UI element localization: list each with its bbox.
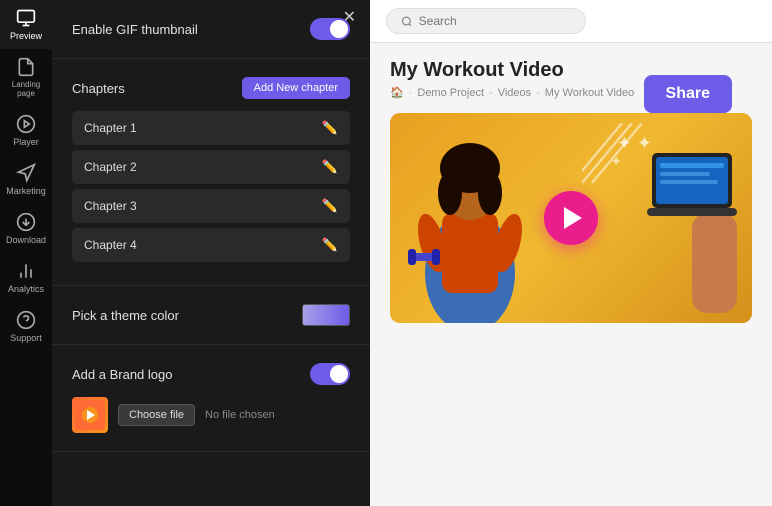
sidebar-item-landing[interactable]: Landingpage [0, 49, 52, 106]
video-person [390, 123, 550, 323]
main-body: My Workout Video 🏠 · Demo Project - Vide… [370, 43, 772, 506]
breadcrumb-current: My Workout Video [545, 87, 634, 99]
add-chapter-button[interactable]: Add New chapter [242, 77, 350, 99]
file-row: Choose file No file chosen [72, 397, 350, 433]
logo-image [75, 400, 105, 430]
breadcrumb-demo-project[interactable]: Demo Project [417, 87, 484, 99]
chapter-item: Chapter 1 ✏️ [72, 111, 350, 145]
sidebar-item-player[interactable]: Player [0, 106, 52, 155]
chapter-label: Chapter 2 [84, 160, 137, 174]
brand-logo-row: Add a Brand logo [72, 363, 350, 385]
search-bar[interactable] [386, 8, 586, 34]
megaphone-icon [16, 163, 36, 183]
share-button[interactable]: Share [644, 75, 732, 113]
laptop-svg [642, 133, 752, 313]
file-icon [16, 57, 36, 77]
breadcrumb: 🏠 · Demo Project - Videos - My Workout V… [390, 86, 634, 99]
color-label: Pick a theme color [72, 308, 179, 323]
sidebar-item-download[interactable]: Download [0, 204, 52, 253]
sidebar-item-label: Download [6, 235, 46, 245]
gif-toggle-row: Enable GIF thumbnail [72, 18, 350, 40]
breadcrumb-sep3: - [536, 87, 540, 99]
breadcrumb-sep: · [409, 87, 413, 99]
help-circle-icon [16, 310, 36, 330]
chapter-label: Chapter 3 [84, 199, 137, 213]
sidebar-item-label: Player [13, 137, 39, 147]
sidebar-item-label: Analytics [8, 284, 44, 294]
chapter-item: Chapter 3 ✏️ [72, 189, 350, 223]
breadcrumb-videos[interactable]: Videos [498, 87, 531, 99]
color-row: Pick a theme color [72, 304, 350, 326]
breadcrumb-home[interactable]: 🏠 [390, 86, 404, 99]
edit-icon[interactable]: ✏️ [322, 237, 338, 253]
chapters-title: Chapters [72, 81, 125, 96]
page-title: My Workout Video [390, 59, 634, 82]
no-file-text: No file chosen [205, 409, 275, 421]
edit-icon[interactable]: ✏️ [322, 159, 338, 175]
brand-logo-section: Add a Brand logo Choose file No file cho… [52, 345, 370, 452]
person-svg [390, 123, 550, 323]
download-icon [16, 212, 36, 232]
sidebar-item-analytics[interactable]: Analytics [0, 253, 52, 302]
chapters-section: Chapters Add New chapter Chapter 1 ✏️ Ch… [52, 59, 370, 286]
video-thumbnail: ✦ ✦ ✦ [390, 113, 752, 323]
edit-icon[interactable]: ✏️ [322, 120, 338, 136]
bar-chart-icon [16, 261, 36, 281]
chapter-item: Chapter 2 ✏️ [72, 150, 350, 184]
sidebar-item-preview[interactable]: Preview [0, 0, 52, 49]
search-icon [401, 15, 413, 28]
sidebar-item-marketing[interactable]: Marketing [0, 155, 52, 204]
settings-panel: ✕ Enable GIF thumbnail Chapters Add New … [52, 0, 370, 506]
play-triangle [564, 207, 582, 229]
sidebar-item-support[interactable]: Support [0, 302, 52, 351]
gif-section: Enable GIF thumbnail [52, 0, 370, 59]
theme-color-section: Pick a theme color [52, 286, 370, 345]
title-row: My Workout Video 🏠 · Demo Project - Vide… [390, 59, 752, 113]
main-header [370, 0, 772, 43]
sidebar-item-label: Support [10, 333, 42, 343]
edit-icon[interactable]: ✏️ [322, 198, 338, 214]
chapter-label: Chapter 1 [84, 121, 137, 135]
color-swatch[interactable] [302, 304, 350, 326]
gif-toggle-label: Enable GIF thumbnail [72, 22, 198, 37]
laptop-hand [642, 133, 752, 313]
main-content: My Workout Video 🏠 · Demo Project - Vide… [370, 0, 772, 506]
sidebar-item-label: Marketing [6, 186, 46, 196]
brand-logo-toggle[interactable] [310, 363, 350, 385]
title-block: My Workout Video 🏠 · Demo Project - Vide… [390, 59, 634, 113]
search-input[interactable] [419, 14, 571, 28]
sidebar: Preview Landingpage Player Marketing Dow… [0, 0, 52, 506]
choose-file-button[interactable]: Choose file [118, 404, 195, 426]
sidebar-item-label: Preview [10, 31, 42, 41]
chapters-header: Chapters Add New chapter [72, 77, 350, 99]
logo-preview [72, 397, 108, 433]
play-circle-icon [16, 114, 36, 134]
brand-logo-label: Add a Brand logo [72, 367, 172, 382]
play-button[interactable] [544, 191, 598, 245]
breadcrumb-sep2: - [489, 87, 493, 99]
sidebar-item-label: Landingpage [12, 80, 40, 98]
chapter-item: Chapter 4 ✏️ [72, 228, 350, 262]
gif-toggle[interactable] [310, 18, 350, 40]
chapter-label: Chapter 4 [84, 238, 137, 252]
monitor-icon [16, 8, 36, 28]
deco-lines [582, 123, 642, 203]
